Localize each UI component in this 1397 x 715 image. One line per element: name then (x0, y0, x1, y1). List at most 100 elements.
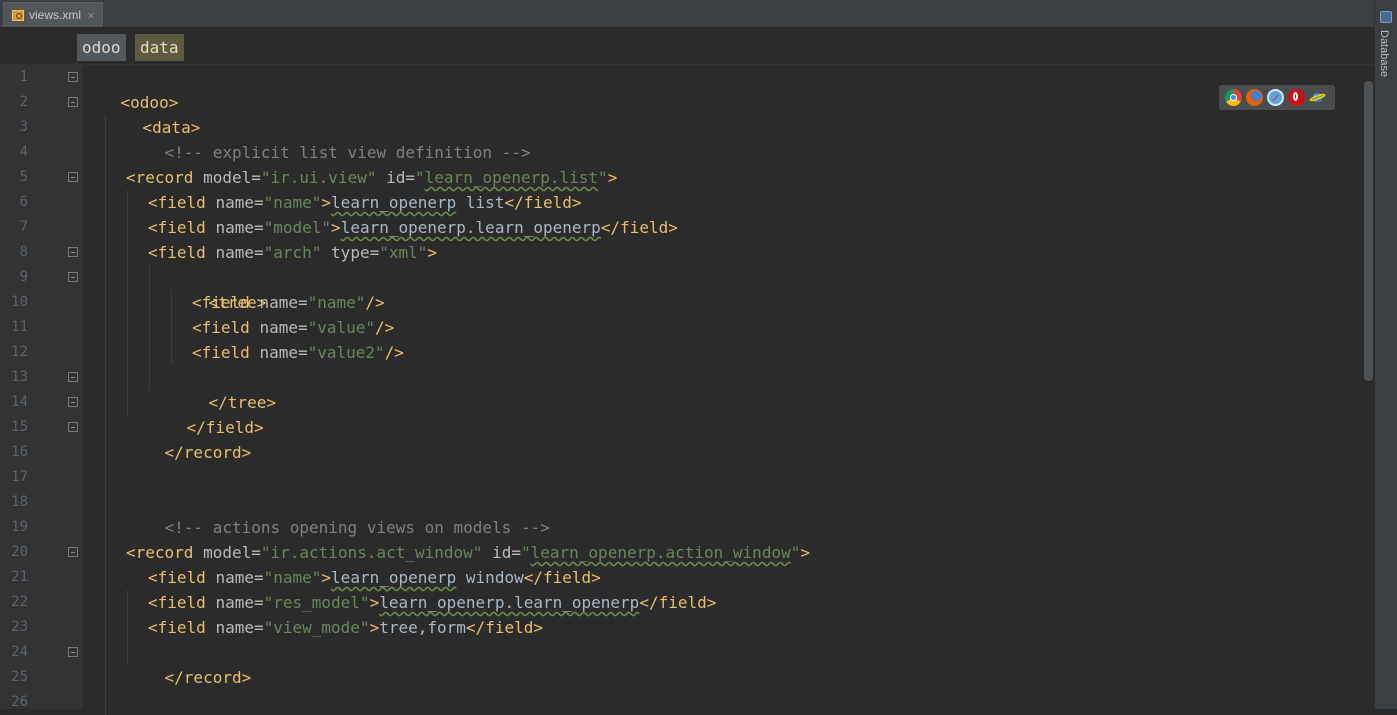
xml-attr: id (386, 168, 406, 187)
line-number: 10 (11, 294, 28, 310)
chrome-icon[interactable] (1225, 89, 1242, 106)
xml-attr: name (215, 593, 254, 612)
fold-toggle-icon[interactable] (68, 547, 78, 557)
vertical-scrollbar[interactable] (1362, 65, 1375, 709)
xml-value: "ir.ui.view" (260, 168, 377, 187)
fold-toggle-icon[interactable] (68, 422, 78, 432)
xml-eq: = (253, 218, 264, 237)
xml-value: "name" (263, 568, 322, 587)
xml-text: learn_openerp (331, 568, 457, 587)
xml-value: "res_model" (263, 593, 370, 612)
database-icon[interactable] (1380, 11, 1392, 23)
code-line: </tree> (170, 365, 276, 412)
xml-eq: = (253, 243, 264, 262)
xml-eq: = (405, 168, 416, 187)
xml-tag: > (607, 168, 618, 187)
xml-tag: <field (148, 243, 216, 262)
xml-text: learn_openerp.learn_openerp (340, 218, 601, 237)
code-line: <data> (104, 90, 201, 137)
xml-eq: = (511, 543, 521, 562)
line-number: 25 (11, 669, 28, 685)
xml-eq: = (253, 593, 264, 612)
xml-attr: name (215, 568, 254, 587)
xml-tag: > (321, 568, 332, 587)
fold-toggle-icon[interactable] (68, 172, 78, 182)
fold-toggle-icon[interactable] (68, 647, 78, 657)
close-tab-icon[interactable]: × (87, 8, 95, 23)
xml-tag: </field> (504, 193, 582, 212)
xml-eq: = (253, 193, 264, 212)
line-number: 3 (19, 119, 28, 135)
line-number: 13 (11, 369, 28, 385)
code-line: <field name="name">learn_openerp window<… (148, 565, 601, 590)
xml-tag: <field (148, 568, 216, 587)
fold-toggle-icon[interactable] (68, 72, 78, 82)
code-line: <tree> (170, 265, 267, 312)
line-number: 19 (11, 519, 28, 535)
fold-toggle-icon[interactable] (68, 247, 78, 257)
xml-tag: > (369, 593, 380, 612)
code-line: <field name="value2"/> (192, 340, 404, 365)
xml-attr: type (331, 243, 370, 262)
indent-guide (127, 190, 128, 415)
code-line: <field name="res_model">learn_openerp.le… (148, 590, 716, 615)
code-line: <!-- actions opening views on models --> (126, 490, 550, 537)
xml-quote: " (520, 543, 531, 562)
code-line: </record> (126, 415, 252, 462)
breadcrumb-item-odoo[interactable]: odoo (77, 34, 126, 61)
line-number: 20 (11, 544, 28, 560)
xml-eq: = (297, 343, 308, 362)
xml-value: "name" (263, 193, 322, 212)
xml-quote: " (415, 168, 425, 187)
xml-tag: <field (148, 593, 216, 612)
line-number: 9 (19, 269, 28, 285)
indent-guide (105, 115, 106, 715)
xml-tag: > (369, 618, 380, 637)
code-line: <field name="model">learn_openerp.learn_… (148, 215, 678, 240)
xml-text: tree,form (379, 618, 466, 637)
xml-eq: = (253, 618, 264, 637)
code-line: <!-- explicit list view definition --> (126, 115, 531, 162)
firefox-icon[interactable] (1246, 89, 1263, 106)
xml-tag: </record> (164, 443, 252, 462)
line-number: 17 (11, 469, 28, 485)
xml-tag: <field (148, 618, 216, 637)
scrollbar-thumb[interactable] (1364, 81, 1373, 381)
ie-icon[interactable]: e (1309, 89, 1326, 106)
xml-value: "model" (263, 218, 332, 237)
code-line: <field name="view_mode">tree,form</field… (148, 615, 543, 640)
xml-text: window (456, 568, 524, 587)
fold-toggle-icon[interactable] (68, 272, 78, 282)
database-tool-button[interactable]: Database (1378, 30, 1390, 77)
xml-tag: /> (384, 343, 404, 362)
xml-tag: <field (148, 218, 216, 237)
breadcrumb-item-data[interactable]: data (135, 34, 184, 61)
line-number: 6 (19, 194, 28, 210)
line-number: 21 (11, 569, 28, 585)
xml-tag: <field (192, 343, 260, 362)
fold-toggle-icon[interactable] (68, 397, 78, 407)
line-number: 18 (11, 494, 28, 510)
line-number: 7 (19, 219, 28, 235)
xml-file-icon (12, 9, 24, 21)
opera-icon[interactable] (1288, 89, 1305, 106)
fold-toggle-icon[interactable] (68, 372, 78, 382)
file-tab-views-xml[interactable]: views.xml × (3, 2, 103, 27)
xml-text: learn_openerp (331, 193, 457, 212)
editor-tab-bar: views.xml × (0, 0, 1375, 28)
code-editor[interactable]: <odoo> <data> <!-- explicit list view de… (82, 65, 1362, 715)
xml-value: "arch" (263, 243, 322, 262)
line-number: 4 (19, 144, 28, 160)
line-number: 16 (11, 444, 28, 460)
xml-value: learn_openerp.action_window (530, 543, 791, 562)
xml-text: learn_openerp.learn_openerp (379, 593, 640, 612)
xml-eq: = (251, 168, 261, 187)
xml-attr: name (215, 243, 254, 262)
code-line: <field name="value"/> (192, 315, 394, 340)
safari-icon[interactable] (1267, 89, 1284, 106)
fold-toggle-icon[interactable] (68, 97, 78, 107)
code-line: <field name="arch" type="xml"> (148, 240, 437, 265)
xml-attr: model (203, 543, 252, 562)
